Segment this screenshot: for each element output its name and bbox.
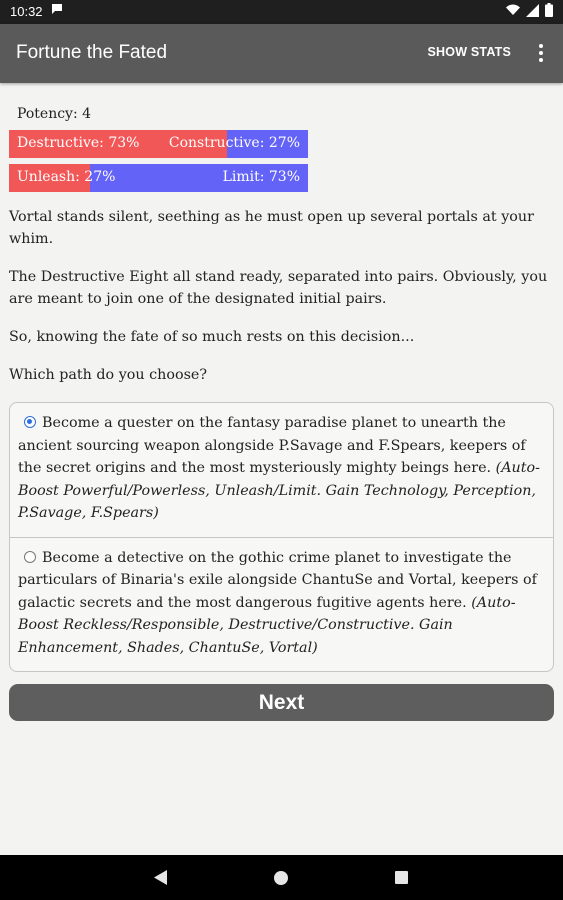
- message-icon: [51, 3, 63, 18]
- story-text: Vortal stands silent, seething as he mus…: [9, 206, 554, 386]
- story-paragraph: Vortal stands silent, seething as he mus…: [9, 209, 534, 247]
- choice-text: Become a detective on the gothic crime p…: [18, 549, 537, 611]
- stat-bar-right-label: Limit: 73%: [222, 169, 300, 185]
- stat-bar-unleash-limit: Unleash: 27% Limit: 73%: [9, 164, 308, 192]
- more-vert-icon[interactable]: [533, 41, 549, 65]
- next-button[interactable]: Next: [9, 684, 554, 721]
- status-bar: 10:32: [0, 0, 563, 24]
- app-bar: Fortune the Fated SHOW STATS: [0, 24, 563, 83]
- stat-bar-right-label: Constructive: 27%: [168, 135, 300, 151]
- show-stats-button[interactable]: SHOW STATS: [428, 45, 511, 59]
- radio-button-selected[interactable]: [24, 416, 36, 428]
- home-icon[interactable]: [274, 871, 288, 885]
- status-time: 10:32: [10, 4, 43, 19]
- navigation-bar: [0, 855, 563, 900]
- story-paragraph: The Destructive Eight all stand ready, s…: [9, 269, 548, 307]
- battery-icon: [545, 3, 553, 17]
- back-icon[interactable]: [154, 870, 167, 889]
- stat-bar-left-label: Unleash: 27%: [17, 169, 116, 185]
- choice-option-quester[interactable]: Become a quester on the fantasy paradise…: [10, 403, 553, 537]
- wifi-icon: [506, 4, 520, 16]
- choice-list: Become a quester on the fantasy paradise…: [9, 402, 554, 672]
- status-icons: [506, 3, 553, 17]
- stat-bar-left-label: Destructive: 73%: [17, 135, 140, 151]
- story-paragraph: So, knowing the fate of so much rests on…: [9, 329, 415, 345]
- choice-option-detective[interactable]: Become a detective on the gothic crime p…: [10, 536, 553, 672]
- choice-text: Become a quester on the fantasy paradise…: [18, 415, 526, 476]
- recents-icon[interactable]: [395, 871, 408, 884]
- main-content: Potency: 4 Destructive: 73% Constructive…: [9, 106, 554, 672]
- potency-label: Potency: 4: [17, 106, 92, 122]
- app-title: Fortune the Fated: [16, 42, 168, 63]
- radio-button-unselected[interactable]: [24, 550, 36, 563]
- stat-bar-destructive-constructive: Destructive: 73% Constructive: 27%: [9, 130, 308, 158]
- question-text: Which path do you choose?: [9, 367, 208, 383]
- signal-icon: [526, 3, 539, 17]
